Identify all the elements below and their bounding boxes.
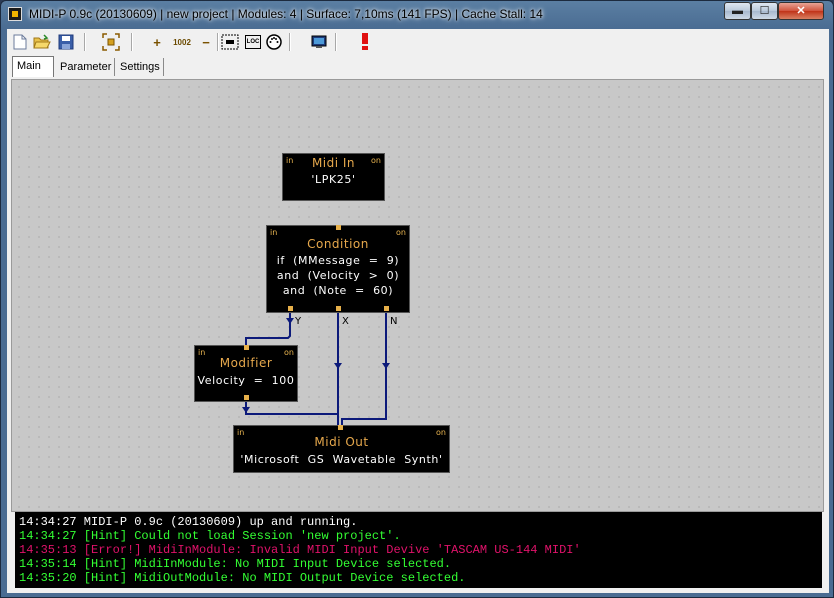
log-line: 14:34:27 [Hint] Could not load Session '… [19,529,401,543]
output-pin[interactable] [244,395,249,400]
module-title: Midi Out [314,435,369,449]
monitor-icon[interactable] [309,32,329,52]
module-title: Modifier [219,356,273,370]
arrow-icon [334,363,342,369]
title-bar[interactable]: MIDI-P 0.9c (20130609) | new project | M… [1,1,833,29]
output-label: on [396,228,406,237]
loc-icon[interactable]: LOC [242,32,264,52]
window-title: MIDI-P 0.9c (20130609) | new project | M… [29,7,543,21]
minimize-button[interactable]: ▬ [724,2,751,20]
tab-bar: Main Parameter Settings [7,55,829,79]
midi-port-icon[interactable] [264,32,284,52]
toolbar: + 1002 − LOC [7,29,829,55]
add-module-icon[interactable]: + [147,32,167,52]
patch-canvas[interactable]: in on Midi In 'LPK25' in on Condition if… [11,79,824,512]
module-midi-out[interactable]: in on Midi Out 'Microsoft GS Wavetable S… [233,425,450,473]
module-condition[interactable]: in on Condition if (MMessage = 9) and (V… [266,225,410,313]
module-title: Midi In [311,156,356,170]
input-pin[interactable] [244,345,249,350]
open-folder-icon[interactable] [32,32,52,52]
module-line: Velocity = 100 [197,374,295,387]
input-pin[interactable] [336,225,341,230]
new-file-icon[interactable] [10,32,30,52]
zoom-value-icon[interactable]: 1002 [170,32,194,52]
save-disk-icon[interactable] [56,32,76,52]
tab-parameter[interactable]: Parameter [56,58,115,76]
arrow-icon [242,407,250,413]
module-midi-in[interactable]: in on Midi In 'LPK25' [282,153,385,201]
log-line: 14:34:27 MIDI-P 0.9c (20130609) up and r… [19,515,358,529]
arrow-icon [286,318,294,324]
output-pin-y[interactable] [288,306,293,311]
log-console[interactable]: 14:34:27 MIDI-P 0.9c (20130609) up and r… [15,512,822,588]
module-line: if (MMessage = 9) [276,254,400,267]
log-line: 14:35:20 [Hint] MidiOutModule: No MIDI O… [19,571,466,585]
alert-icon[interactable] [355,32,375,52]
log-line: 14:35:14 [Hint] MidiInModule: No MIDI In… [19,557,452,571]
fit-view-icon[interactable] [101,32,121,52]
module-line: and (Velocity > 0) [276,269,400,282]
log-line: 14:35:13 [Error!] MidiInModule: Invalid … [19,543,581,557]
input-pin[interactable] [338,425,343,430]
module-line: and (Note = 60) [282,284,394,297]
module-title: Condition [307,237,369,251]
arrow-icon [382,363,390,369]
tab-settings[interactable]: Settings [116,58,164,76]
output-label-n: N [390,316,398,327]
maximize-button[interactable]: ☐ [751,2,778,20]
input-label: in [270,228,278,237]
wire-condition-modifier [245,308,291,345]
app-icon[interactable] [8,7,22,21]
module-modifier[interactable]: in on Modifier Velocity = 100 [194,345,298,402]
app-window: MIDI-P 0.9c (20130609) | new project | M… [0,0,834,598]
tab-main[interactable]: Main [12,56,54,77]
module-line: 'LPK25' [311,173,356,186]
output-pin-n[interactable] [384,306,389,311]
wire-modifier-out [245,398,339,425]
output-label-y: Y [295,316,302,327]
client-area: + 1002 − LOC Main Parameter Settings in … [7,29,829,593]
close-button[interactable]: ✕ [778,2,824,20]
select-area-icon[interactable] [220,32,240,52]
output-pin-x[interactable] [336,306,341,311]
module-line: 'Microsoft GS Wavetable Synth' [240,453,443,466]
remove-module-icon[interactable]: − [196,32,216,52]
output-label-x: X [342,316,349,327]
